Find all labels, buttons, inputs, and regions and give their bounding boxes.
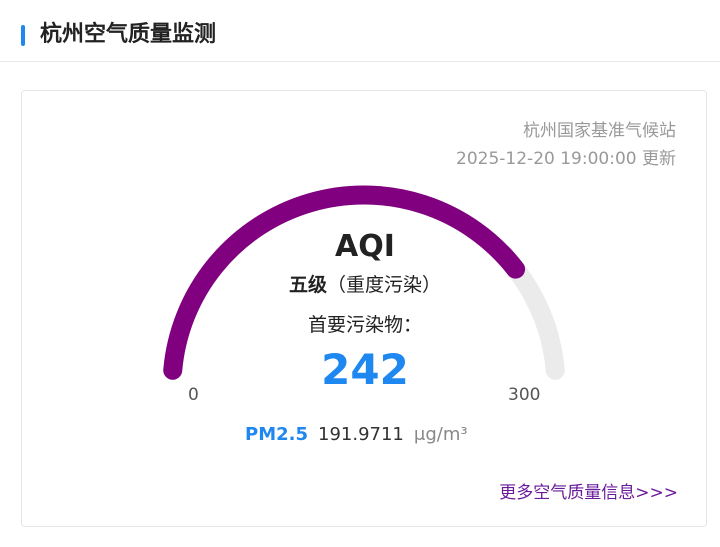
gauge-max-label: 300 (508, 385, 541, 405)
aqi-label: AQI (335, 229, 395, 264)
more-air-quality-link[interactable]: 更多空气质量信息>>> (499, 481, 678, 505)
header-accent-bar (21, 25, 25, 46)
aqi-level-grade: 五级 (288, 274, 327, 296)
page-header: 杭州空气质量监测 (0, 0, 720, 62)
aqi-level-desc: （重度污染） (327, 274, 442, 296)
primary-pollutant-label: 首要污染物： (307, 314, 422, 336)
pollutant-row: PM2.5 191.9711 μg/m³ (245, 422, 468, 448)
pollutant-name: PM2.5 (245, 424, 308, 445)
gauge-min-label: 0 (188, 385, 199, 405)
pollutant-unit: μg/m³ (413, 424, 468, 445)
aqi-level: 五级（重度污染） (215, 271, 515, 299)
page-title: 杭州空气质量监测 (40, 22, 217, 47)
pollutant-value: 191.9711 (318, 424, 404, 445)
aqi-value: 242 (321, 345, 409, 394)
aqi-gauge (163, 185, 565, 380)
aqi-card: 杭州国家基准气候站 2025-12-20 19:00:00 更新 AQI 五级（… (21, 90, 707, 527)
